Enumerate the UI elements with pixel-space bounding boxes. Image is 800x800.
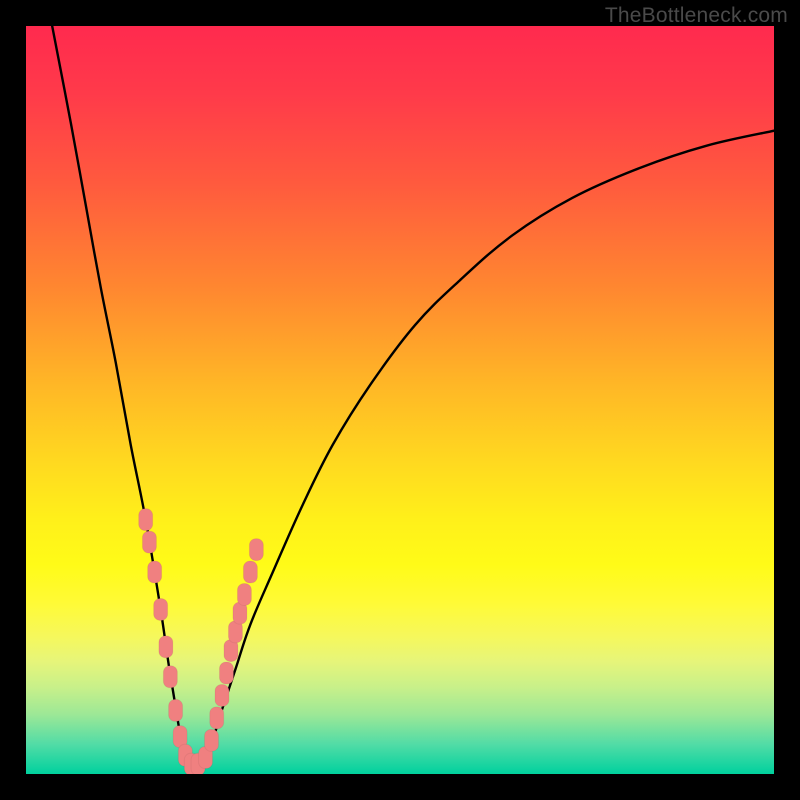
- marker-pill: [243, 561, 257, 583]
- marker-pill: [148, 561, 162, 583]
- marker-pill: [142, 531, 156, 553]
- chart-svg: [26, 26, 774, 774]
- watermark-text: TheBottleneck.com: [605, 4, 788, 28]
- marker-pill: [139, 509, 153, 531]
- marker-pill: [210, 707, 224, 729]
- outer-frame: TheBottleneck.com: [0, 0, 800, 800]
- marker-pill: [205, 729, 219, 751]
- marker-pill: [219, 662, 233, 684]
- marker-pill: [163, 666, 177, 688]
- marker-pill: [249, 539, 263, 561]
- plot-area: [26, 26, 774, 774]
- marker-pill: [169, 699, 183, 721]
- marker-pill: [237, 583, 251, 605]
- marker-pill: [215, 684, 229, 706]
- marker-pill: [154, 598, 168, 620]
- marker-pill: [159, 636, 173, 658]
